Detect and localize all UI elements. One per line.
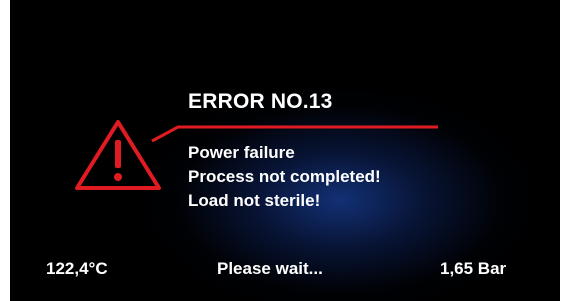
error-leader-line — [151, 125, 438, 143]
pressure-readout: 1,65 Bar — [440, 259, 507, 278]
status-message: Please wait... — [217, 259, 323, 278]
temperature-readout: 122,4°C — [46, 259, 108, 278]
error-message-load-not-sterile: Load not sterile! — [188, 191, 321, 210]
error-message-process-incomplete: Process not completed! — [188, 167, 381, 186]
error-title: ERROR NO.13 — [188, 90, 333, 113]
display-screen: ERROR NO.13 Power failure Process not co… — [10, 0, 560, 301]
error-message-power-failure: Power failure — [188, 143, 295, 162]
